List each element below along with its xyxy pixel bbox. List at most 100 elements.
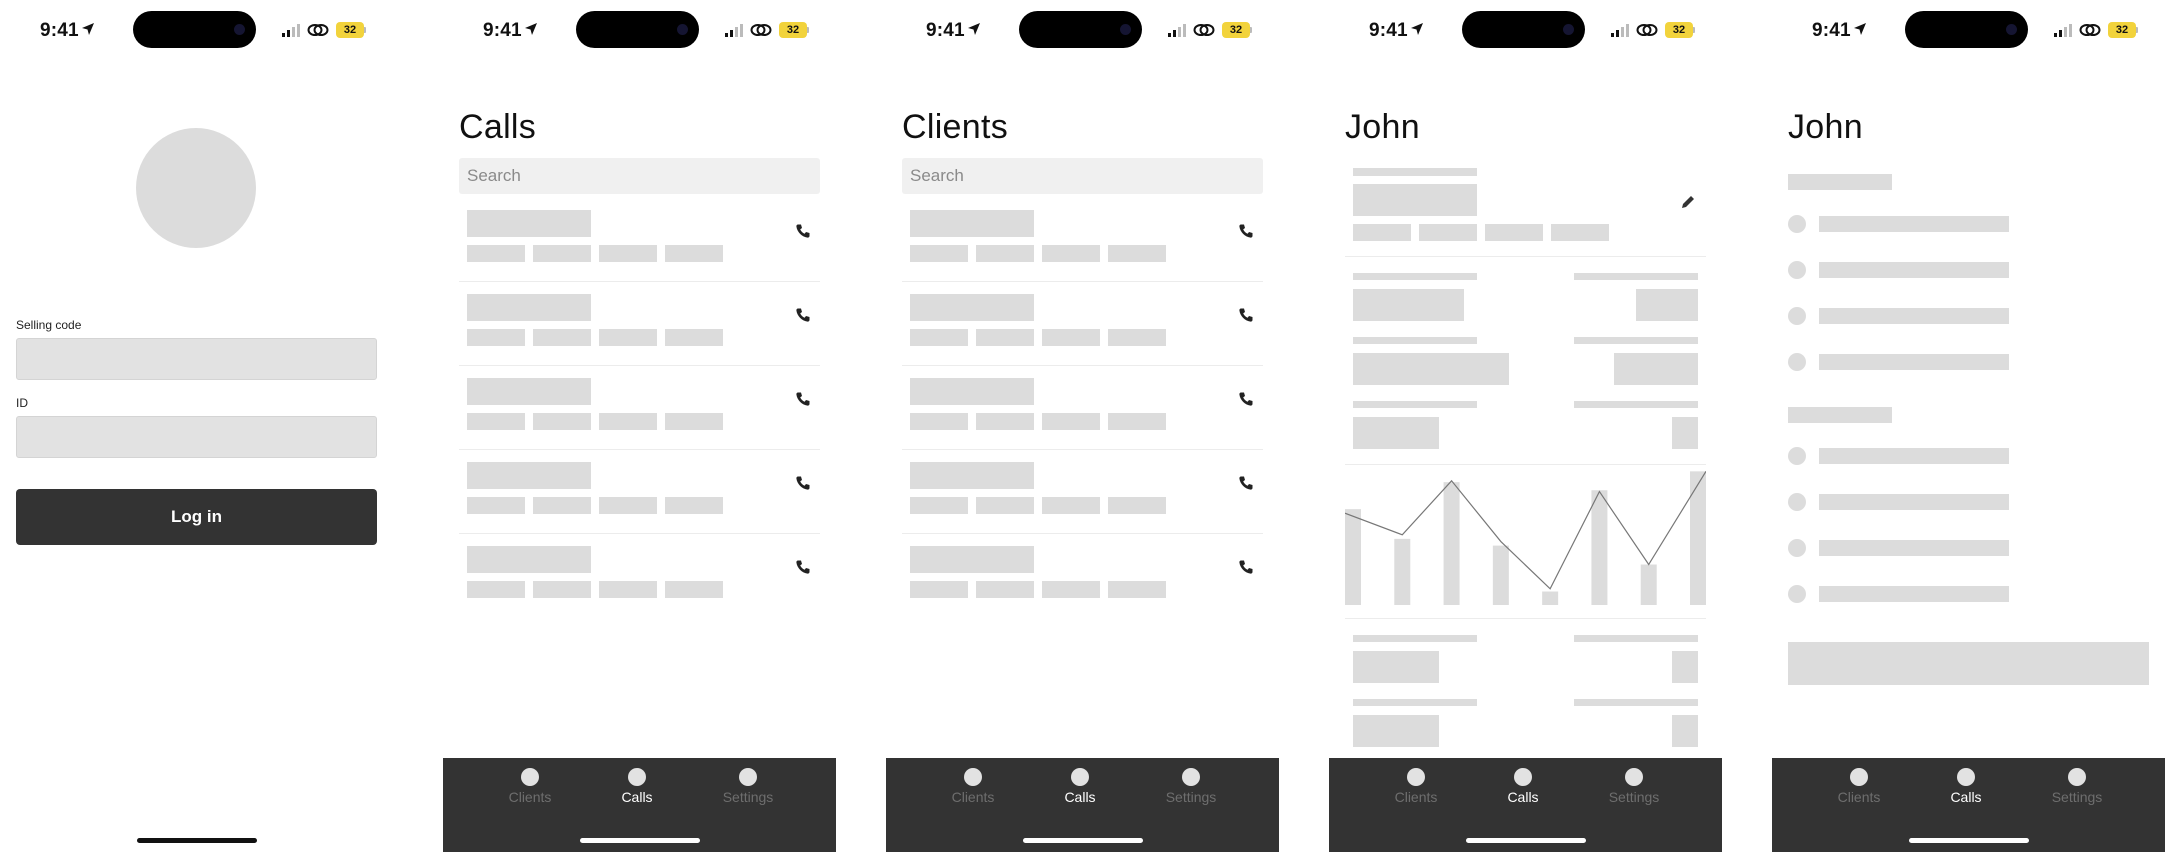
tab-settings[interactable]: Settings (713, 768, 783, 805)
status-time: 9:41 (1812, 20, 1851, 41)
phone-icon[interactable] (795, 475, 811, 491)
tab-calls[interactable]: Calls (602, 768, 672, 805)
phone-icon[interactable] (795, 307, 811, 323)
tab-settings[interactable]: Settings (2042, 768, 2112, 805)
item-meta-placeholder (467, 581, 525, 598)
phone-icon[interactable] (795, 223, 811, 239)
radio-option[interactable] (1788, 353, 1806, 371)
item-meta-placeholder (1042, 581, 1100, 598)
phone-icon[interactable] (1238, 391, 1254, 407)
placeholder-line (1353, 635, 1477, 642)
radio-option[interactable] (1788, 447, 1806, 465)
item-meta-placeholder (976, 245, 1034, 262)
list-item[interactable] (902, 450, 1263, 534)
tab-label: Calls (1507, 789, 1539, 805)
tab-calls[interactable]: Calls (1045, 768, 1115, 805)
radio-option[interactable] (1788, 307, 1806, 325)
avatar (136, 128, 256, 248)
radio-option[interactable] (1788, 493, 1806, 511)
battery-indicator: 32 (336, 22, 364, 38)
tab-clients[interactable]: Clients (1381, 768, 1451, 805)
divider (1345, 618, 1706, 619)
tab-label: Clients (1394, 789, 1438, 805)
phone-icon[interactable] (1238, 307, 1254, 323)
calls-tab-icon (628, 768, 646, 786)
list-item[interactable] (459, 534, 820, 618)
tab-label: Settings (1165, 789, 1217, 805)
search-input[interactable]: Search (459, 158, 820, 194)
tab-label: Settings (722, 789, 774, 805)
list-item[interactable] (902, 534, 1263, 618)
list-item[interactable] (902, 366, 1263, 450)
list-item[interactable] (459, 282, 820, 366)
radio-option[interactable] (1788, 539, 1806, 557)
option-label-placeholder (1819, 262, 2009, 278)
primary-action-placeholder[interactable] (1788, 642, 2149, 685)
item-meta-placeholder (910, 245, 968, 262)
tab-label: Calls (1064, 789, 1096, 805)
chart-bar (1492, 545, 1509, 605)
clients-tab-icon (1407, 768, 1425, 786)
placeholder-line (1353, 273, 1477, 280)
radio-option[interactable] (1788, 261, 1806, 279)
dynamic-island (1019, 11, 1142, 48)
tab-clients[interactable]: Clients (938, 768, 1008, 805)
location-arrow-icon (525, 23, 537, 35)
item-meta-placeholder (1108, 413, 1166, 430)
radio-option[interactable] (1788, 585, 1806, 603)
list-item[interactable] (902, 198, 1263, 282)
tab-settings[interactable]: Settings (1156, 768, 1226, 805)
chart-bar (1640, 564, 1657, 605)
pencil-icon[interactable] (1680, 194, 1696, 210)
home-indicator (1909, 838, 2029, 843)
phone-icon[interactable] (1238, 559, 1254, 575)
phone-icon[interactable] (1238, 475, 1254, 491)
placeholder-chip (1551, 224, 1609, 241)
list-item[interactable] (902, 282, 1263, 366)
search-input[interactable]: Search (902, 158, 1263, 194)
item-meta-placeholder (1108, 329, 1166, 346)
tab-label: Settings (1608, 789, 1660, 805)
tab-clients[interactable]: Clients (1824, 768, 1894, 805)
item-meta-placeholder (910, 581, 968, 598)
tab-label: Clients (508, 789, 552, 805)
phone-icon[interactable] (795, 559, 811, 575)
item-meta-placeholder (1042, 245, 1100, 262)
tab-calls[interactable]: Calls (1931, 768, 2001, 805)
item-meta-placeholder (533, 413, 591, 430)
item-title-placeholder (467, 462, 591, 489)
dynamic-island (576, 11, 699, 48)
signal-icon (1168, 24, 1186, 37)
chart-bar (1591, 490, 1608, 605)
radio-option[interactable] (1788, 215, 1806, 233)
list-item[interactable] (459, 450, 820, 534)
tab-calls[interactable]: Calls (1488, 768, 1558, 805)
login-button[interactable]: Log in (16, 489, 377, 545)
item-meta-placeholder (533, 329, 591, 346)
item-meta-placeholder (1042, 497, 1100, 514)
item-meta-placeholder (599, 329, 657, 346)
placeholder-chip (1353, 224, 1411, 241)
placeholder-line (1574, 635, 1698, 642)
link-icon (750, 24, 772, 36)
item-meta-placeholder (976, 413, 1034, 430)
placeholder-block (1672, 715, 1698, 747)
link-icon (1636, 24, 1658, 36)
list-item[interactable] (459, 366, 820, 450)
item-meta-placeholder (665, 245, 723, 262)
item-meta-placeholder (976, 497, 1034, 514)
phone-icon[interactable] (795, 391, 811, 407)
selling-code-field[interactable] (16, 338, 377, 380)
tab-settings[interactable]: Settings (1599, 768, 1669, 805)
item-meta-placeholder (665, 497, 723, 514)
id-field[interactable] (16, 416, 377, 458)
link-icon (307, 24, 329, 36)
tab-bar: Clients Calls Settings (886, 758, 1279, 852)
placeholder-line (1574, 401, 1698, 408)
dynamic-island (1905, 11, 2028, 48)
tab-clients[interactable]: Clients (495, 768, 565, 805)
option-label-placeholder (1819, 354, 2009, 370)
phone-icon[interactable] (1238, 223, 1254, 239)
list-item[interactable] (459, 198, 820, 282)
item-meta-placeholder (1042, 329, 1100, 346)
